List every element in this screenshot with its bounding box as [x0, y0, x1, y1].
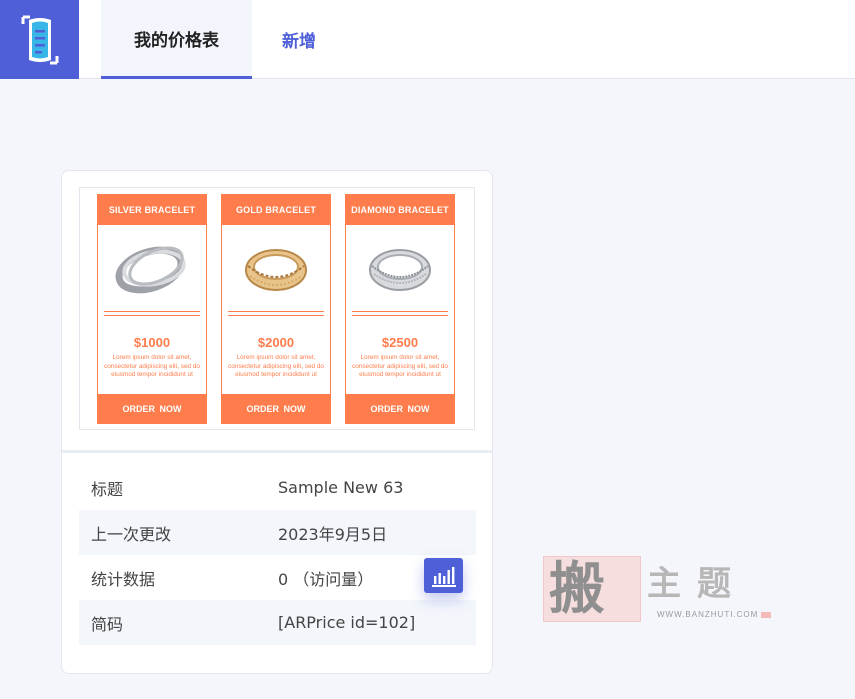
top-bar: 我的价格表 新增: [0, 0, 855, 79]
order-now-button[interactable]: ORDER NOW: [98, 394, 206, 423]
divider-lines: [228, 311, 324, 316]
detail-value: 2023年9月5日: [278, 524, 388, 544]
price-table-card: SILVER BRACELET $1000 Lorem ipsum dolor …: [61, 170, 493, 674]
column-title: SILVER BRACELET: [98, 195, 206, 225]
detail-value[interactable]: [ARPrice id=102]: [278, 613, 415, 632]
watermark-url: WWW.BANZHUTI.COM: [657, 610, 759, 619]
detail-key: 上一次更改: [91, 524, 172, 544]
detail-key: 统计数据: [91, 569, 156, 589]
document-scan-icon: [21, 15, 58, 64]
price-table-preview[interactable]: SILVER BRACELET $1000 Lorem ipsum dolor …: [79, 187, 475, 430]
detail-row-shortcode: 简码 [ARPrice id=102]: [79, 600, 476, 645]
watermark: 搬 主题 WWW.BANZHUTI.COM: [543, 556, 773, 624]
card-divider: [62, 450, 492, 453]
watermark-dot: [761, 612, 771, 618]
detail-row-stats: 统计数据 0 （访问量）: [79, 555, 476, 600]
detail-value: Sample New 63: [278, 478, 404, 497]
detail-key: 标题: [91, 479, 124, 499]
detail-row-title: 标题 Sample New 63: [79, 465, 476, 510]
silver-bracelet-image: [98, 229, 206, 307]
detail-key: 简码: [91, 614, 124, 634]
diamond-bracelet-image: [346, 229, 454, 307]
gold-bracelet-image: [222, 229, 330, 307]
view-stats-button[interactable]: [424, 558, 463, 593]
column-title: GOLD BRACELET: [222, 195, 330, 225]
watermark-text: 主题: [647, 564, 747, 604]
detail-value: 0 （访问量）: [278, 569, 374, 589]
column-description: Lorem ipsum dolor sit amet, consectetur …: [228, 354, 324, 379]
column-price: $2000: [257, 335, 295, 350]
pricing-column-silver: SILVER BRACELET $1000 Lorem ipsum dolor …: [97, 194, 207, 424]
column-price: $2500: [381, 335, 419, 350]
tab-my-price-tables[interactable]: 我的价格表: [101, 0, 252, 79]
bar-chart-icon: [431, 566, 456, 587]
order-now-button[interactable]: ORDER NOW: [222, 394, 330, 423]
logo[interactable]: [0, 0, 79, 79]
watermark-big-char: 搬: [549, 556, 605, 622]
column-price: $1000: [133, 335, 171, 350]
divider-lines: [104, 311, 200, 316]
detail-row-last-modified: 上一次更改 2023年9月5日: [79, 510, 476, 555]
order-now-button[interactable]: ORDER NOW: [346, 394, 454, 423]
column-description: Lorem ipsum dolor sit amet, consectetur …: [352, 354, 448, 379]
pricing-column-diamond: DIAMOND BRACELET $2500 Lorem ipsum dolor…: [345, 194, 455, 424]
pricing-column-gold: GOLD BRACELET $2000 Lorem ipsum dolor si…: [221, 194, 331, 424]
column-title: DIAMOND BRACELET: [346, 195, 454, 225]
divider-lines: [352, 311, 448, 316]
tab-add-new[interactable]: 新增: [262, 0, 336, 79]
column-description: Lorem ipsum dolor sit amet, consectetur …: [104, 354, 200, 379]
